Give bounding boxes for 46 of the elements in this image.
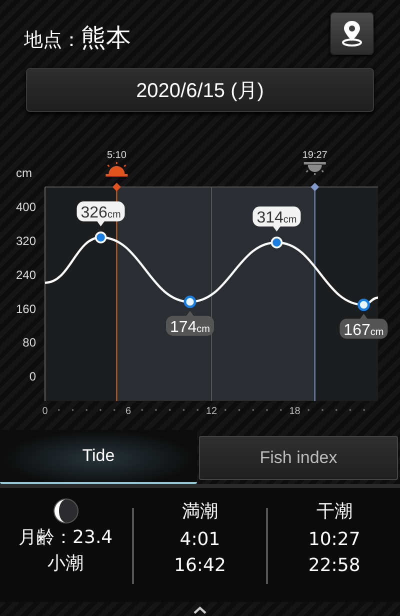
y-tick-label: 320: [16, 234, 36, 248]
y-tick-label: 80: [22, 336, 36, 350]
y-tick-label: 160: [16, 302, 36, 316]
tide-value-label: 167cm: [340, 314, 388, 339]
y-tick-label: 0: [29, 370, 36, 384]
tide-value-label: 314cm: [252, 206, 301, 232]
low-tide-point: [184, 296, 196, 308]
tide-value-label: 326cm: [76, 201, 125, 226]
tab[interactable]: Fish index: [199, 436, 398, 480]
x-tick-label: 18: [289, 406, 300, 417]
location-name: 熊本: [81, 22, 131, 54]
moon-age: 月齢：23.4: [18, 526, 113, 550]
sunset-icon: [304, 162, 326, 175]
tide-time: 4:01: [180, 528, 220, 552]
tide-value-label: 174cm: [166, 310, 214, 336]
x-tick-label: 12: [206, 406, 218, 417]
moon-phase-icon: [52, 498, 79, 524]
annotation: 174cm: [170, 318, 210, 336]
y-tick-label: 400: [16, 200, 36, 214]
location-label: 地点：: [24, 28, 81, 52]
sunset-marker: [310, 182, 320, 192]
tab[interactable]: Tide: [0, 430, 197, 484]
high-tide-point: [94, 232, 107, 244]
annotation: 326cm: [80, 204, 121, 222]
location-button[interactable]: [330, 12, 374, 54]
annotation: 314cm: [256, 210, 297, 227]
sunrise-marker: [112, 182, 121, 192]
x-tick-label: 6: [125, 406, 132, 417]
y-axis-unit: cm: [16, 166, 32, 180]
tide-time: 22:58: [308, 554, 360, 578]
x-tick-label: 0: [42, 406, 48, 417]
annotation: 167cm: [344, 322, 384, 339]
low-tide-point: [358, 298, 370, 311]
high-tide-point: [270, 236, 283, 248]
tide-time: 16:42: [174, 554, 226, 578]
caret-up-icon[interactable]: [193, 606, 207, 614]
column-title: 干潮: [316, 500, 352, 524]
sun-time-label: 19:27: [302, 150, 328, 161]
column-title: 満潮: [182, 500, 218, 524]
sunrise-icon: [106, 162, 128, 176]
y-tick-label: 240: [16, 268, 36, 282]
sun-time-label: 5:10: [106, 150, 126, 161]
tide-time: 10:27: [308, 528, 360, 552]
date-button[interactable]: 2020/6/15 (月): [26, 68, 374, 112]
tide-name: 小潮: [48, 552, 84, 576]
map-pin-icon: [340, 19, 364, 47]
